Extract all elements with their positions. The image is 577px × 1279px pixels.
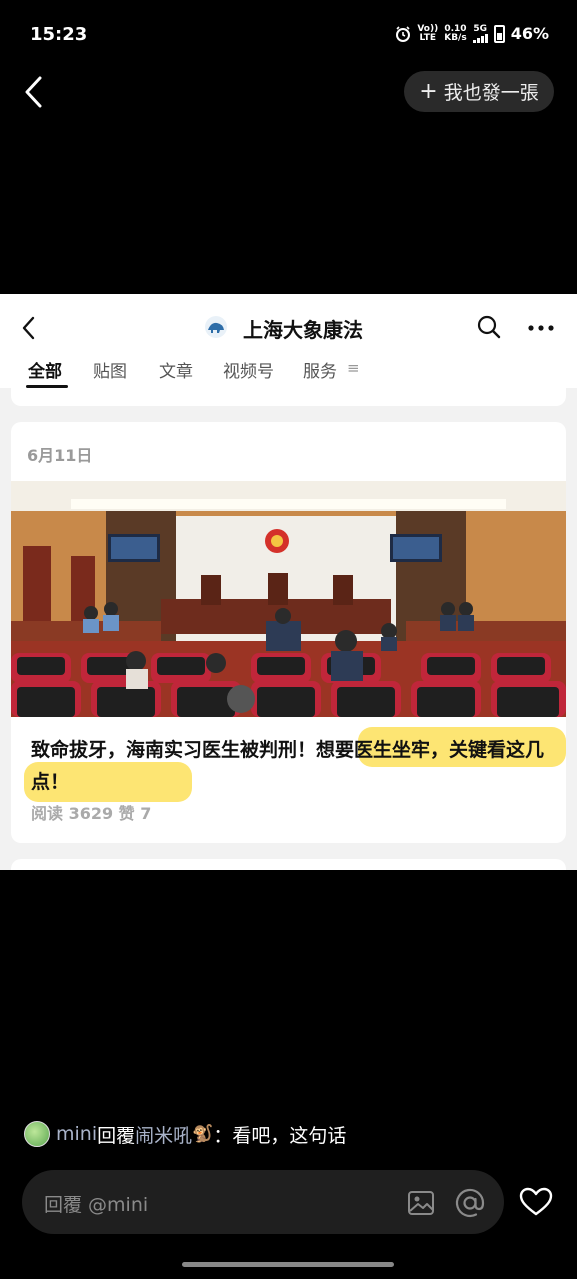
battery-icon (493, 24, 505, 43)
status-bar: 15:23 Vo)) LTE 0.10 KB/s 5G 46% (0, 0, 577, 70)
article-stats: 阅读 3629 赞 7 (31, 804, 152, 823)
reply-input[interactable]: 回覆 @mini (22, 1170, 504, 1234)
signal-indicator: 5G (472, 24, 488, 43)
shared-screenshot[interactable]: 上海大象康法 全部 贴图 文章 视频号 服务 ≡ 6月11日 致命拔牙，海南实习… (0, 294, 577, 870)
avatar[interactable] (24, 1121, 50, 1147)
alarm-icon (396, 25, 411, 42)
account-tabs: 全部 贴图 文章 视频号 服务 ≡ (0, 354, 577, 388)
image-icon[interactable] (406, 1188, 436, 1218)
tab-articles: 文章 (159, 362, 193, 382)
status-time: 15:23 (30, 24, 88, 45)
account-header: 上海大象康法 全部 贴图 文章 视频号 服务 ≡ (0, 294, 577, 388)
back-icon (22, 316, 35, 340)
signal-bars-icon (472, 33, 488, 43)
battery-percent: 46% (510, 24, 549, 43)
menu-icon: ≡ (347, 359, 360, 377)
at-icon[interactable] (454, 1187, 486, 1219)
tab-services: 服务 (303, 362, 337, 382)
back-icon[interactable] (20, 74, 50, 110)
comment-item[interactable]: mini 回覆 闹米吼 🐒 ： 看吧，这句话 (24, 1120, 346, 1148)
reply-target[interactable]: 闹米吼 (135, 1121, 192, 1148)
comment-separator: ： (213, 1124, 233, 1147)
courtroom-photo (11, 481, 566, 717)
network-speed: 0.10 KB/s (444, 23, 467, 43)
reply-word: 回覆 (97, 1124, 136, 1147)
volte-indicator: Vo)) LTE (417, 23, 439, 43)
article-card: 6月11日 致命拔牙，海南实习医生被判刑！想要医生坐牢，关键看这几点！ 阅读 3… (11, 422, 566, 843)
next-card (11, 859, 566, 870)
account-name: 上海大象康法 (243, 318, 363, 342)
more-icon (528, 325, 554, 331)
article-title: 致命拔牙，海南实习医生被判刑！想要医生坐牢，关键看这几点！ (31, 739, 545, 793)
post-also-button[interactable]: + 我也發一張 (404, 71, 554, 112)
article-date: 6月11日 (27, 446, 93, 465)
tab-channels: 视频号 (223, 362, 274, 382)
tab-stickers: 贴图 (93, 362, 127, 382)
previous-card (11, 388, 566, 406)
account-logo-icon (205, 316, 227, 338)
comment-author[interactable]: mini (56, 1123, 97, 1145)
comment-text: 看吧，这句话 (232, 1124, 347, 1147)
home-indicator[interactable] (182, 1262, 394, 1267)
status-indicators: Vo)) LTE 0.10 KB/s 5G 46% (395, 24, 549, 43)
heart-icon[interactable] (519, 1187, 553, 1217)
reply-placeholder: 回覆 @mini (44, 1194, 149, 1216)
post-button-label: 我也發一張 (443, 82, 539, 104)
tab-all: 全部 (28, 362, 62, 382)
search-icon (477, 315, 501, 339)
plus-icon: + (419, 79, 438, 104)
monkey-emoji: 🐒 (192, 1124, 214, 1144)
